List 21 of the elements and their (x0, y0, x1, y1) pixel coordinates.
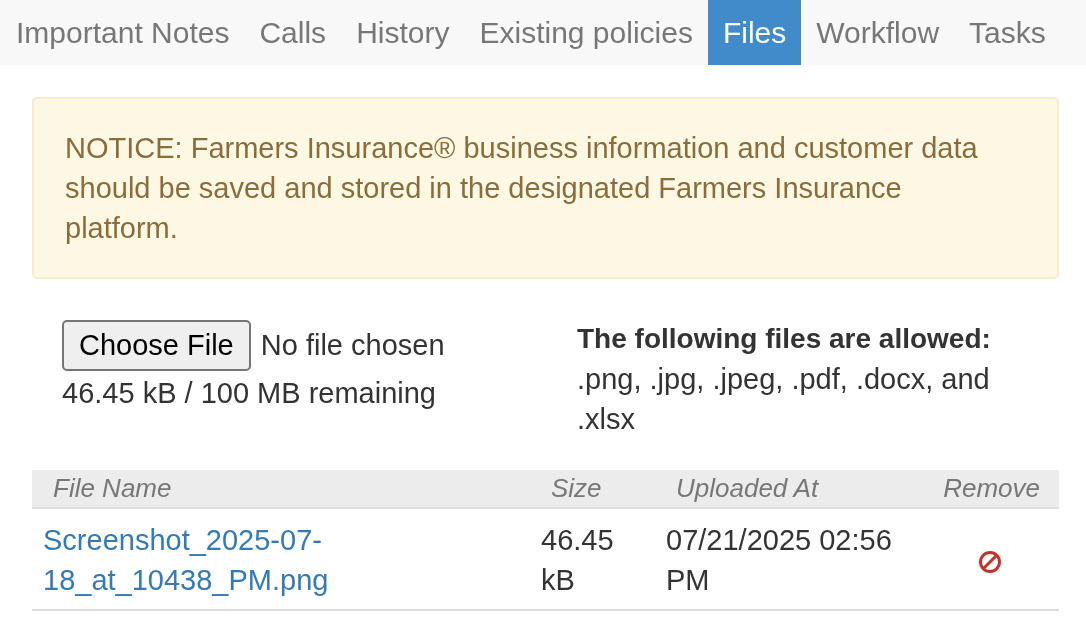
remove-icon[interactable] (977, 550, 1002, 575)
uploaded-at-cell: 07/21/2025 02:56 PM (655, 508, 920, 610)
tab[interactable]: History (341, 0, 465, 65)
tab[interactable]: Existing policies (464, 0, 708, 65)
notice-text: NOTICE: Farmers Insurance® business information and customer data should be saved and stored in the designated Farmers Insurance platform. (65, 131, 979, 246)
quota-text: 46.45 kB / 100 MB remaining (62, 376, 436, 410)
column-header: Uploaded At (655, 470, 920, 508)
choose-file-button[interactable]: Choose File (62, 320, 251, 371)
allowed-types-text: .png, .jpg, .jpeg, .pdf, .docx, and .xlsx (577, 362, 991, 437)
size-cell: 46.45 kB (530, 508, 655, 610)
tab[interactable]: Files (707, 0, 802, 65)
tab[interactable]: Calls (244, 0, 342, 65)
allowed-heading: The following files are allowed: (577, 322, 991, 356)
tab[interactable]: Workflow (801, 0, 955, 65)
column-header: Size (530, 470, 655, 508)
column-header: Remove (920, 470, 1059, 508)
tab[interactable]: Tasks (954, 0, 1061, 65)
column-header: File Name (32, 470, 530, 508)
file-link[interactable]: Screenshot_2025-07-18_at_10438_PM.png (43, 520, 363, 600)
file-status-text: No file chosen (260, 329, 445, 362)
tab[interactable]: Important Notes (1, 0, 245, 65)
